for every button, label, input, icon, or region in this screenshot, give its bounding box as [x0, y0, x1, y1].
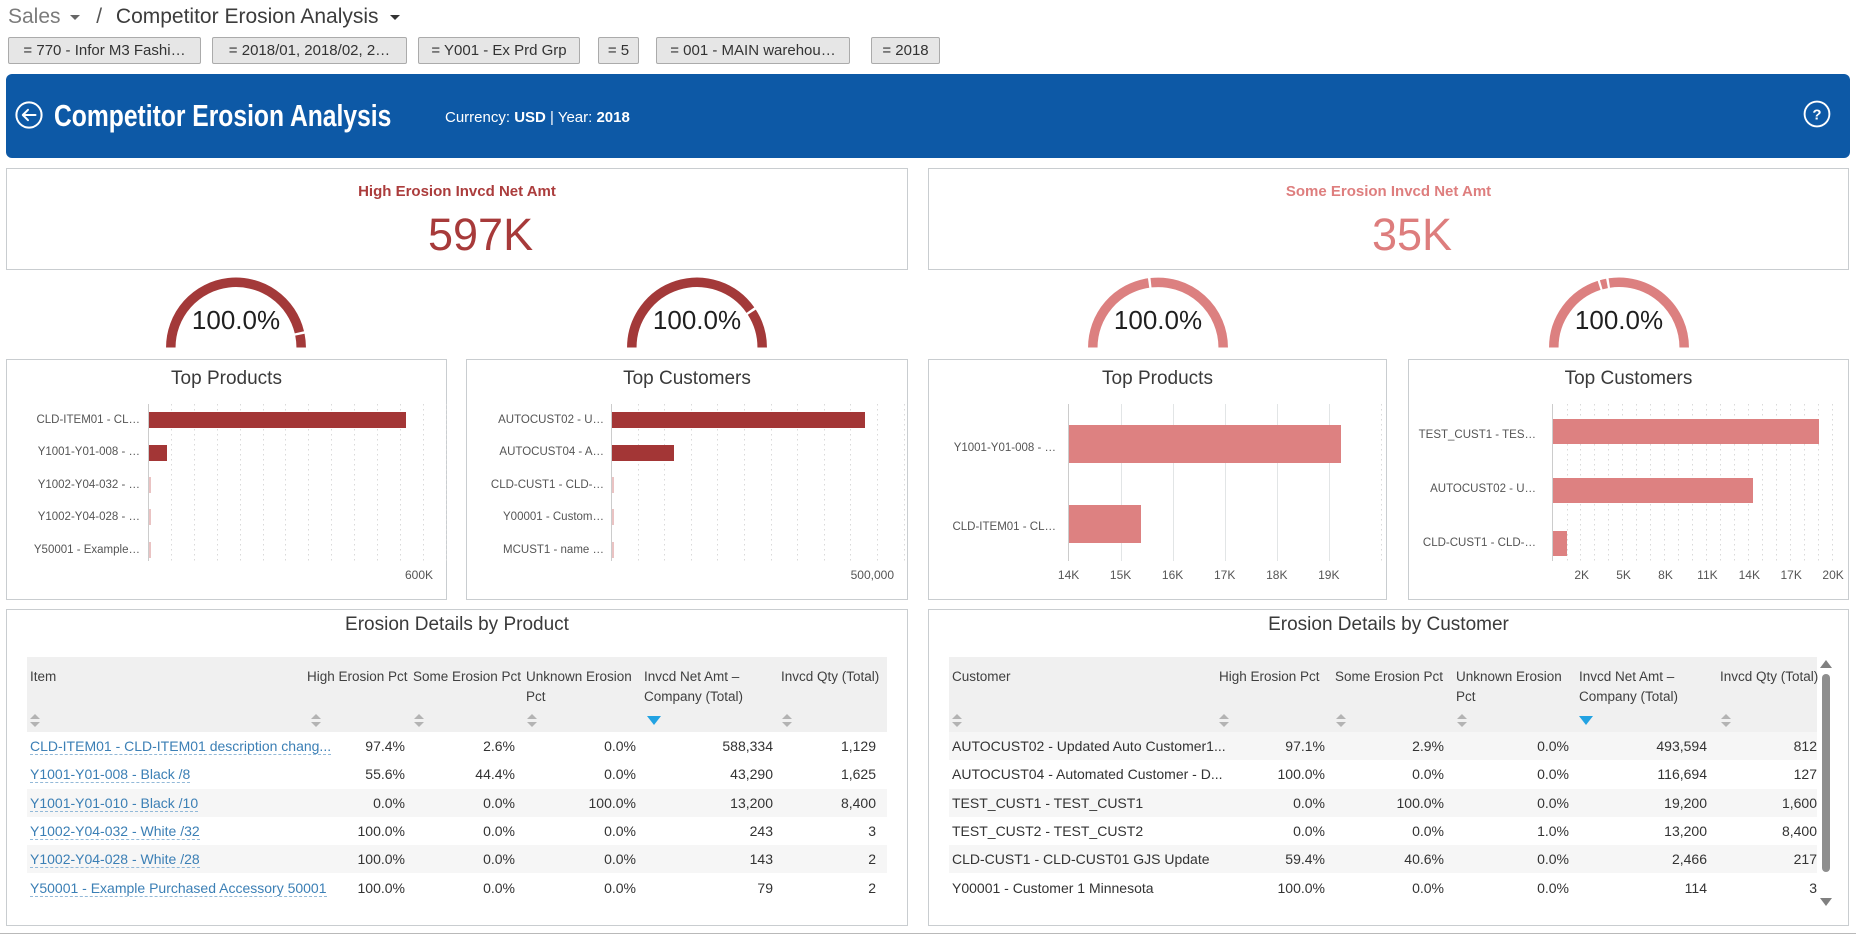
svg-text:100.0%: 100.0%	[192, 305, 280, 335]
svg-text:100.0%: 100.0%	[653, 305, 741, 335]
svg-text:100.0%: 100.0%	[1114, 305, 1202, 335]
svg-text:100.0%: 100.0%	[1575, 305, 1663, 335]
